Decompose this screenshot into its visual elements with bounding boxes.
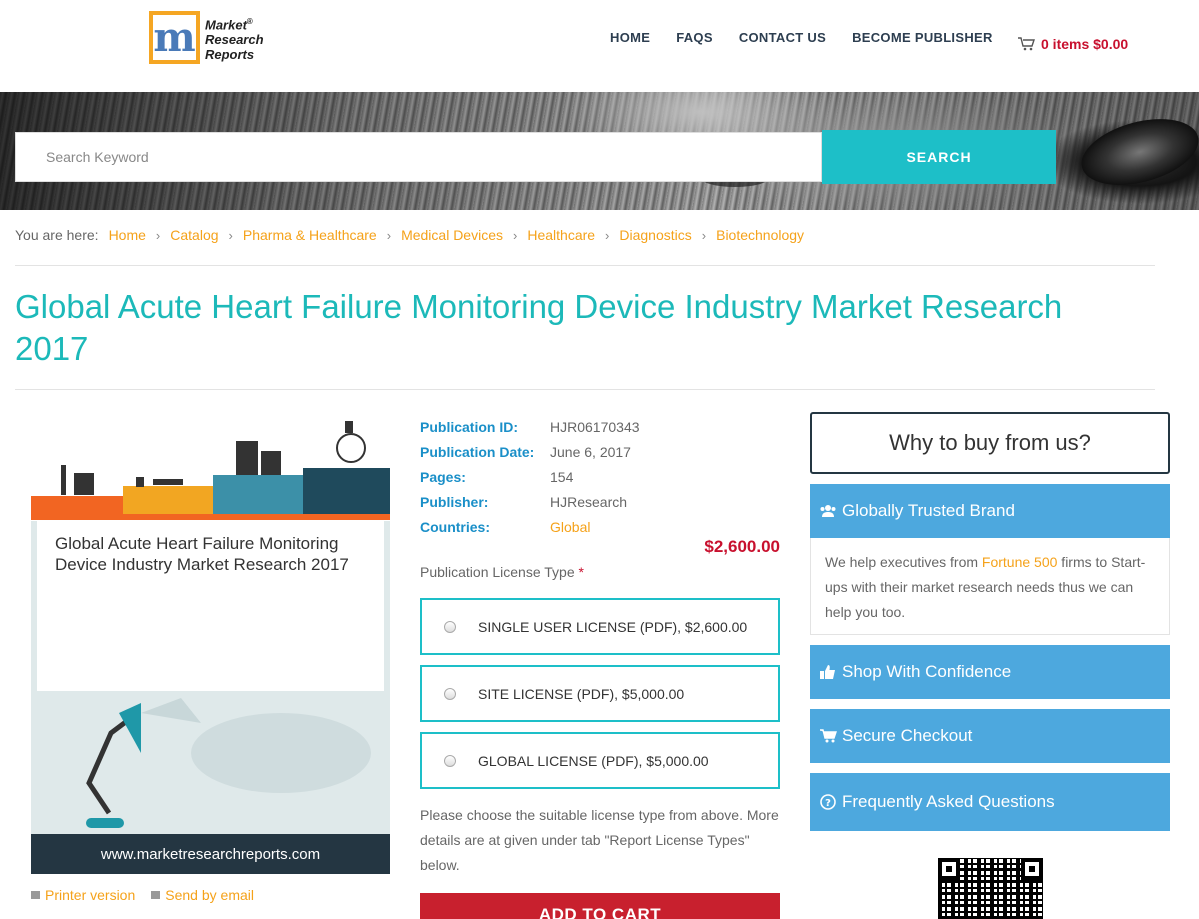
nav-home[interactable]: HOME bbox=[610, 30, 650, 45]
question-circle-icon: ? bbox=[819, 794, 837, 810]
thumbs-up-icon bbox=[819, 665, 837, 679]
users-icon bbox=[819, 504, 837, 518]
breadcrumb-pharma[interactable]: Pharma & Healthcare bbox=[243, 227, 377, 243]
qr-code bbox=[938, 858, 1043, 919]
site-logo[interactable]: m Market® Research Reports bbox=[149, 11, 264, 64]
search-input[interactable]: Search Keyword bbox=[15, 132, 822, 182]
chevron-right-icon: › bbox=[605, 227, 610, 243]
meta-row: Publication Date: June 6, 2017 bbox=[420, 443, 631, 460]
page-title: Global Acute Heart Failure Monitoring De… bbox=[15, 288, 1063, 367]
license-option-global[interactable]: GLOBAL LICENSE (PDF), $5,000.00 bbox=[420, 732, 780, 789]
main-nav: HOME FAQS CONTACT US BECOME PUBLISHER bbox=[610, 30, 1019, 45]
meta-row: Publisher: HJResearch bbox=[420, 493, 628, 510]
meta-row: Countries: Global bbox=[420, 518, 591, 535]
share-links: Printer version Send by email bbox=[31, 887, 270, 903]
report-price: $2,600.00 bbox=[704, 537, 780, 556]
breadcrumb-home[interactable]: Home bbox=[109, 227, 146, 243]
cart-icon bbox=[1018, 37, 1035, 51]
faq-header[interactable]: ? Frequently Asked Questions bbox=[810, 773, 1170, 831]
logo-mark: m bbox=[149, 11, 200, 64]
nav-faqs[interactable]: FAQS bbox=[676, 30, 713, 45]
breadcrumb-healthcare[interactable]: Healthcare bbox=[527, 227, 595, 243]
divider bbox=[15, 389, 1155, 390]
hero-banner: Search Keyword SEARCH bbox=[0, 92, 1199, 210]
meta-row: Publication ID: HJR06170343 bbox=[420, 418, 640, 435]
meta-row: Pages: 154 bbox=[420, 468, 574, 485]
report-cover-image: Global Acute Heart Failure Monitoring De… bbox=[31, 413, 390, 874]
lamp-illustration bbox=[86, 698, 371, 828]
send-by-email-link[interactable]: Send by email bbox=[151, 887, 254, 903]
breadcrumb-medical-devices[interactable]: Medical Devices bbox=[401, 227, 503, 243]
nav-contact-us[interactable]: CONTACT US bbox=[739, 30, 826, 45]
cover-url: www.marketresearchreports.com bbox=[31, 834, 390, 874]
email-icon bbox=[151, 891, 161, 899]
breadcrumb-diagnostics[interactable]: Diagnostics bbox=[619, 227, 691, 243]
cart-link[interactable]: 0 items $0.00 bbox=[1018, 36, 1128, 52]
license-radio[interactable] bbox=[444, 620, 456, 633]
secure-checkout-header[interactable]: Secure Checkout bbox=[810, 709, 1170, 763]
chevron-right-icon: › bbox=[386, 227, 392, 243]
breadcrumb-label: You are here: bbox=[15, 227, 99, 243]
breadcrumb-biotechnology[interactable]: Biotechnology bbox=[716, 227, 804, 243]
add-to-cart-button[interactable]: ADD TO CART bbox=[420, 893, 780, 919]
nav-become-publisher[interactable]: BECOME PUBLISHER bbox=[852, 30, 993, 45]
chevron-right-icon: › bbox=[155, 227, 161, 243]
cart-icon bbox=[819, 729, 837, 743]
svg-text:?: ? bbox=[825, 798, 831, 809]
license-radio[interactable] bbox=[444, 687, 456, 700]
globally-trusted-brand-body: We help executives from Fortune 500 firm… bbox=[810, 538, 1170, 635]
globally-trusted-brand-header[interactable]: Globally Trusted Brand bbox=[810, 484, 1170, 538]
cart-summary: 0 items $0.00 bbox=[1041, 36, 1129, 52]
chevron-right-icon: › bbox=[513, 227, 518, 243]
site-header: m Market® Research Reports HOME FAQS CON… bbox=[0, 0, 1199, 92]
why-buy-heading: Why to buy from us? bbox=[810, 412, 1170, 474]
logo-text: Market® Research Reports bbox=[205, 17, 264, 63]
countries-link[interactable]: Global bbox=[550, 519, 590, 535]
shop-with-confidence-header[interactable]: Shop With Confidence bbox=[810, 645, 1170, 699]
industry-illustration bbox=[31, 421, 390, 518]
printer-version-link[interactable]: Printer version bbox=[31, 887, 135, 903]
search-button[interactable]: SEARCH bbox=[822, 130, 1056, 184]
license-option-single[interactable]: SINGLE USER LICENSE (PDF), $2,600.00 bbox=[420, 598, 780, 655]
breadcrumb: You are here: Home › Catalog › Pharma & He… bbox=[15, 227, 804, 243]
license-note: Please choose the suitable license type … bbox=[420, 807, 779, 873]
chevron-right-icon: › bbox=[701, 227, 707, 243]
publication-details: Publication ID: HJR06170343 Publication D… bbox=[420, 414, 640, 539]
license-radio[interactable] bbox=[444, 754, 456, 767]
breadcrumb-catalog[interactable]: Catalog bbox=[170, 227, 218, 243]
divider bbox=[15, 265, 1155, 266]
chevron-right-icon: › bbox=[228, 227, 233, 243]
license-type-label: Publication License Type * bbox=[420, 564, 584, 580]
printer-icon bbox=[31, 891, 40, 899]
cover-title: Global Acute Heart Failure Monitoring De… bbox=[55, 534, 349, 574]
license-option-site[interactable]: SITE LICENSE (PDF), $5,000.00 bbox=[420, 665, 780, 722]
